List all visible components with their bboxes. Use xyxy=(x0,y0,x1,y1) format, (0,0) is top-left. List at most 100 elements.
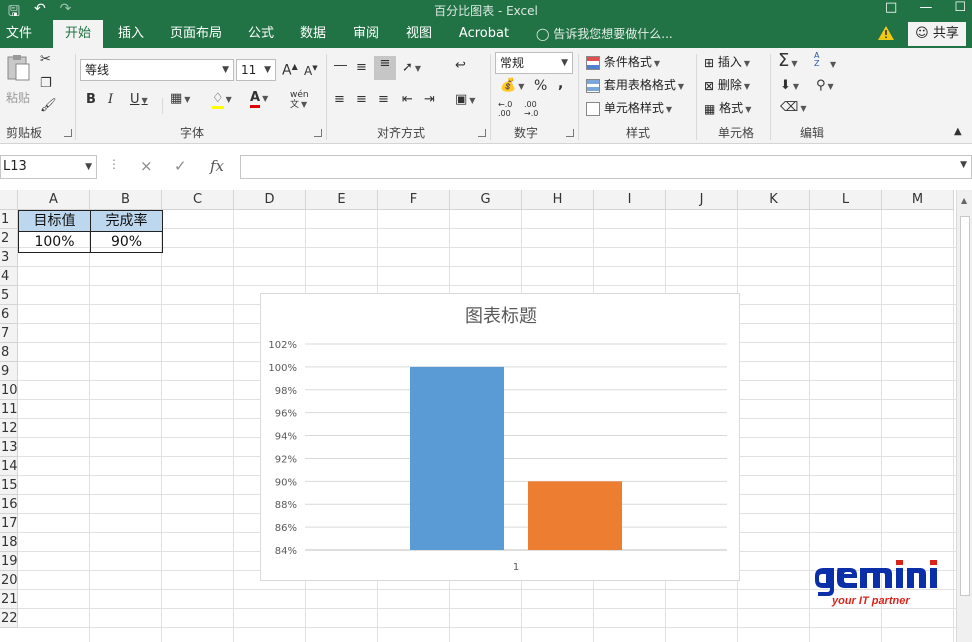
column-header-H[interactable]: H xyxy=(522,190,594,210)
scroll-thumb[interactable] xyxy=(960,216,970,596)
wrap-text-icon[interactable]: ↩ xyxy=(455,58,466,73)
shrink-font-icon[interactable]: A▼ xyxy=(304,64,318,78)
column-header-C[interactable]: C xyxy=(162,190,234,210)
clear-icon[interactable]: ⌫ ▼ xyxy=(780,100,807,115)
phonetic-icon[interactable]: wén 文 ▼ xyxy=(290,90,309,110)
format-cells-button[interactable]: ▦ 格式 ▼ xyxy=(704,99,751,119)
fill-color-icon[interactable]: ♢ ▼ xyxy=(212,91,232,109)
maximize-icon[interactable]: ☐ xyxy=(954,0,966,15)
font-color-icon[interactable]: A ▼ xyxy=(250,90,268,108)
row-header-6[interactable]: 6 xyxy=(0,305,18,324)
tab-formulas[interactable]: 公式 xyxy=(240,20,282,48)
row-header-3[interactable]: 3 xyxy=(0,248,18,267)
row-header-15[interactable]: 15 xyxy=(0,476,18,495)
increase-decimal-icon[interactable]: ←.0 .00 xyxy=(498,100,522,118)
alignment-launcher[interactable] xyxy=(478,129,486,137)
select-all-corner[interactable] xyxy=(0,190,18,210)
orientation-icon[interactable]: ➚ ▼ xyxy=(402,60,421,75)
tab-data[interactable]: 数据 xyxy=(292,20,334,48)
font-name-box[interactable]: 等线 ▼ xyxy=(80,59,234,81)
cell-styles-button[interactable]: 单元格样式 ▼ xyxy=(586,99,672,119)
decrease-indent-icon[interactable]: ⇤ xyxy=(402,92,413,107)
cell-A2[interactable]: 100% xyxy=(19,232,90,252)
row-header-7[interactable]: 7 xyxy=(0,324,18,343)
tell-me-box[interactable]: ◯ 告诉我您想要做什么... xyxy=(536,20,673,48)
cut-icon[interactable]: ✂ xyxy=(40,52,51,67)
column-header-I[interactable]: I xyxy=(594,190,666,210)
sort-filter-icon[interactable]: A Z xyxy=(814,52,826,68)
column-header-M[interactable]: M xyxy=(882,190,954,210)
column-header-E[interactable]: E xyxy=(306,190,378,210)
cell-B2[interactable]: 90% xyxy=(91,232,162,252)
number-launcher[interactable] xyxy=(566,129,574,137)
delete-cells-button[interactable]: ⊠ 删除 ▼ xyxy=(704,76,750,96)
column-header-J[interactable]: J xyxy=(666,190,738,210)
enter-icon[interactable]: ✓ xyxy=(174,157,187,175)
align-bottom-icon[interactable]: ≡ xyxy=(374,56,396,80)
number-format-box[interactable]: 常规 ▼ xyxy=(495,52,573,74)
tab-review[interactable]: 审阅 xyxy=(345,20,387,48)
chart-title[interactable]: 图表标题 xyxy=(465,306,537,327)
warning-icon[interactable] xyxy=(878,26,894,40)
row-header-14[interactable]: 14 xyxy=(0,457,18,476)
share-button[interactable]: ☺ 共享 xyxy=(908,22,966,46)
row-header-18[interactable]: 18 xyxy=(0,533,18,552)
tab-acrobat[interactable]: Acrobat xyxy=(452,20,516,48)
autosum-icon[interactable]: Σ ▼ xyxy=(778,50,798,71)
column-header-K[interactable]: K xyxy=(738,190,810,210)
vertical-scrollbar[interactable]: ▲ xyxy=(956,190,972,642)
name-box[interactable]: L13 ▼ xyxy=(0,155,97,179)
scroll-up-icon[interactable]: ▲ xyxy=(961,196,967,205)
paste-button[interactable]: 粘贴 xyxy=(4,54,32,107)
underline-button[interactable]: U ▼ xyxy=(130,92,148,107)
cell-B1[interactable]: 完成率 xyxy=(91,211,162,231)
row-header-9[interactable]: 9 xyxy=(0,362,18,381)
minimize-icon[interactable]: — xyxy=(919,0,932,15)
column-header-B[interactable]: B xyxy=(90,190,162,210)
comma-button[interactable]: , xyxy=(558,76,563,92)
format-as-table-button[interactable]: 套用表格格式 ▼ xyxy=(586,76,684,96)
row-header-1[interactable]: 1 xyxy=(0,210,18,229)
insert-cells-button[interactable]: ⊞ 插入 ▼ xyxy=(704,53,750,73)
tab-view[interactable]: 视图 xyxy=(398,20,440,48)
insert-function-icon[interactable]: fx xyxy=(210,157,224,175)
grow-font-icon[interactable]: A▲ xyxy=(282,62,298,79)
column-header-D[interactable]: D xyxy=(234,190,306,210)
increase-indent-icon[interactable]: ⇥ xyxy=(424,92,435,107)
cell-A1[interactable]: 目标值 xyxy=(19,211,90,231)
chart-bar-series-1[interactable] xyxy=(410,366,504,550)
clipboard-launcher[interactable] xyxy=(64,129,72,137)
row-header-17[interactable]: 17 xyxy=(0,514,18,533)
percent-button[interactable]: % xyxy=(534,78,547,94)
row-header-19[interactable]: 19 xyxy=(0,552,18,571)
row-header-21[interactable]: 21 xyxy=(0,590,18,609)
row-header-5[interactable]: 5 xyxy=(0,286,18,305)
find-select-icon[interactable]: ⚲ ▼ xyxy=(816,78,834,93)
row-header-2[interactable]: 2 xyxy=(0,229,18,248)
tab-page-layout[interactable]: 页面布局 xyxy=(164,20,228,48)
copy-icon[interactable]: ❐ xyxy=(40,76,52,91)
chevron-down-icon[interactable]: ▼ xyxy=(828,56,836,71)
font-size-box[interactable]: 11 ▼ xyxy=(236,59,276,81)
row-header-13[interactable]: 13 xyxy=(0,438,18,457)
row-header-11[interactable]: 11 xyxy=(0,400,18,419)
column-header-A[interactable]: A xyxy=(18,190,90,210)
row-header-8[interactable]: 8 xyxy=(0,343,18,362)
italic-button[interactable]: I xyxy=(108,92,113,107)
column-header-F[interactable]: F xyxy=(378,190,450,210)
tab-home[interactable]: 开始 xyxy=(53,20,103,48)
row-header-12[interactable]: 12 xyxy=(0,419,18,438)
format-painter-icon[interactable]: 🖌 xyxy=(40,98,57,113)
borders-icon[interactable]: ▦ ▼ xyxy=(170,91,190,106)
currency-icon[interactable]: 💰 ▼ xyxy=(500,78,524,93)
merge-center-icon[interactable]: ▣ ▼ xyxy=(455,92,475,107)
decrease-decimal-icon[interactable]: .00 →.0 xyxy=(524,100,548,118)
font-launcher[interactable] xyxy=(314,129,322,137)
cancel-icon[interactable]: × xyxy=(140,157,153,175)
collapse-ribbon-icon[interactable]: ▲ xyxy=(954,126,962,137)
align-middle-icon[interactable]: ≡ xyxy=(356,60,367,75)
row-header-16[interactable]: 16 xyxy=(0,495,18,514)
row-header-10[interactable]: 10 xyxy=(0,381,18,400)
bold-button[interactable]: B xyxy=(86,92,96,107)
column-header-G[interactable]: G xyxy=(450,190,522,210)
